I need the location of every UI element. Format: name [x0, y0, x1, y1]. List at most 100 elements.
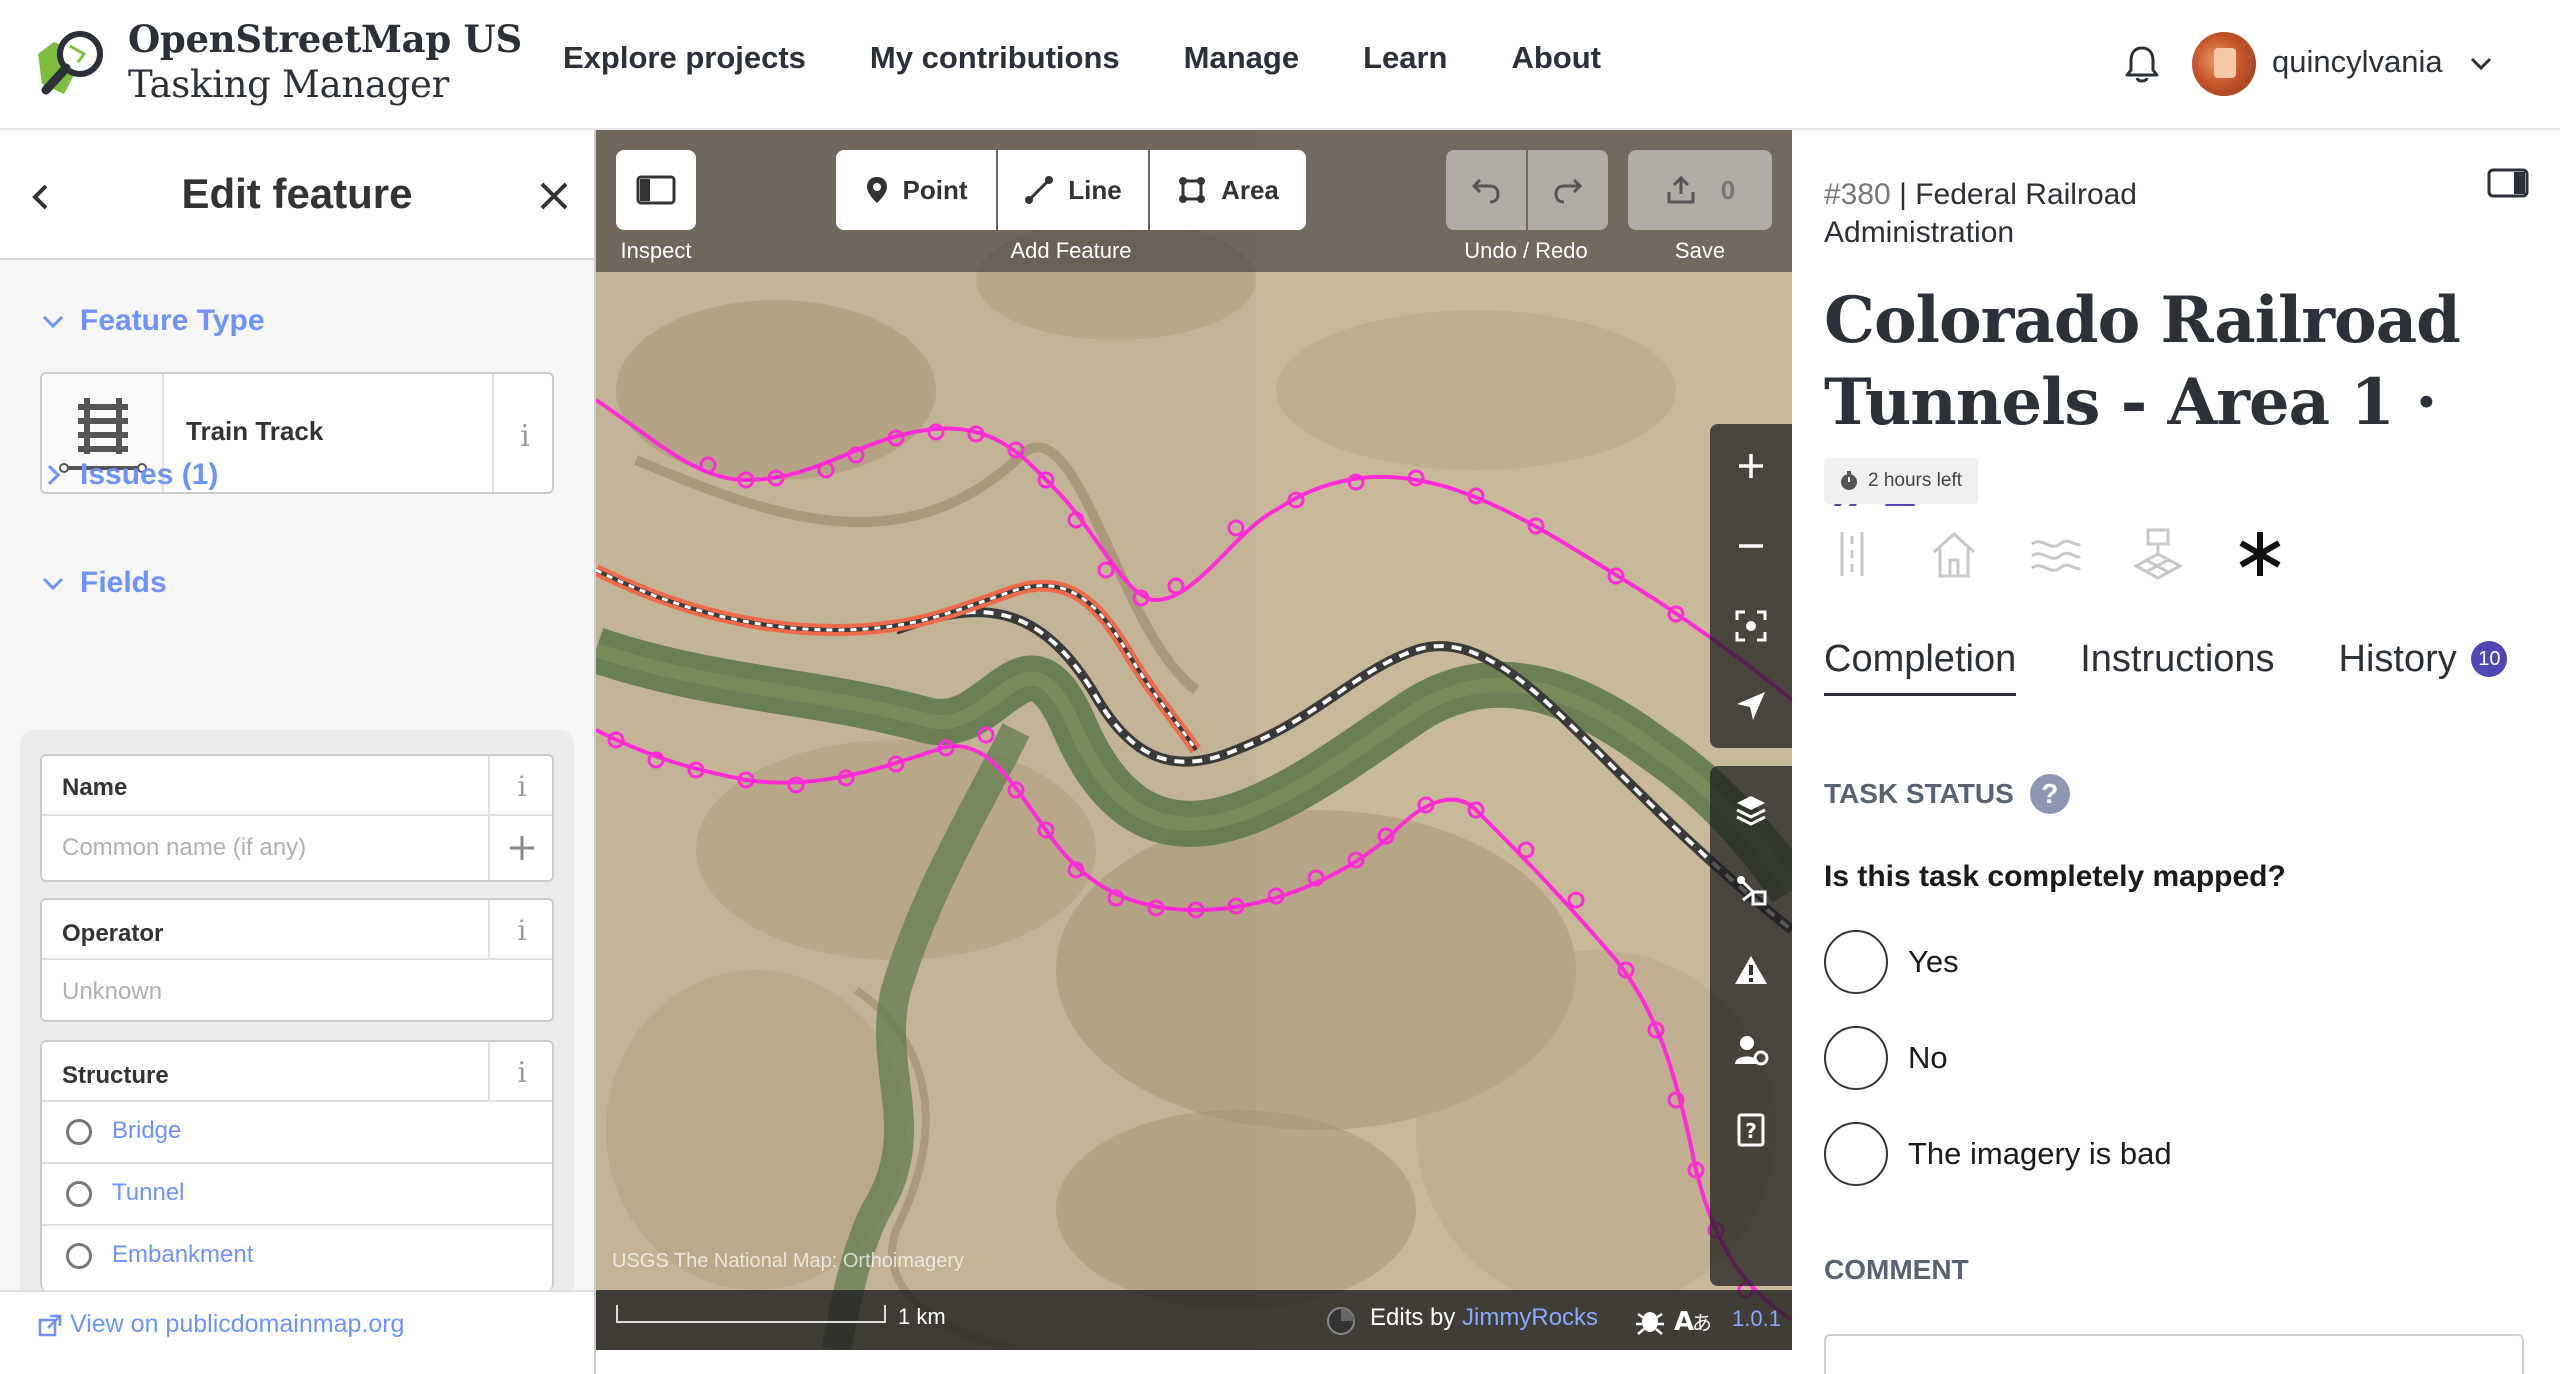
option-yes[interactable]: Yes — [1824, 930, 1959, 994]
info-icon[interactable]: i — [488, 1042, 552, 1100]
brand-title[interactable]: OpenStreetMap US Tasking Manager — [128, 16, 522, 108]
help-icon[interactable]: ? — [2029, 774, 2070, 814]
undo-button[interactable] — [1446, 150, 1526, 230]
task-tabs: Completion Instructions History 10 — [1824, 638, 2508, 696]
undo-redo-caption: Undo / Redo — [1464, 238, 1588, 263]
zoom-to-selection-button[interactable] — [1710, 586, 1792, 666]
tab-history[interactable]: History 10 — [2339, 638, 2508, 696]
info-icon[interactable]: i — [492, 374, 554, 492]
task-status-heading: TASK STATUS ? — [1824, 774, 2070, 814]
nav-my-contributions[interactable]: My contributions — [870, 38, 1120, 78]
stopwatch-icon — [1841, 471, 1857, 490]
feature-type-label: Train Track — [186, 416, 324, 446]
nav-manage[interactable]: Manage — [1184, 38, 1299, 78]
osm-logo-icon[interactable] — [34, 24, 114, 104]
feature-type-section-label: Feature Type — [80, 304, 265, 337]
structure-option-embankment[interactable]: Embankment — [42, 1224, 552, 1284]
scale-bar[interactable] — [616, 1305, 886, 1323]
save-caption: Save — [1674, 238, 1726, 263]
line-icon — [1025, 176, 1054, 204]
chevron-down-icon[interactable] — [2466, 48, 2496, 78]
add-area-button[interactable]: Area — [1150, 150, 1306, 230]
structure-field-label: Structure — [62, 1062, 169, 1089]
svg-text:i: i — [518, 1056, 527, 1089]
nav-learn[interactable]: Learn — [1363, 38, 1447, 78]
minus-icon — [1739, 544, 1763, 548]
map-imagery[interactable] — [596, 130, 1792, 1350]
waterways-icon — [2031, 539, 2082, 572]
nav-explore-projects[interactable]: Explore projects — [563, 38, 806, 78]
sidebar-toggle-icon[interactable] — [2486, 166, 2530, 200]
road-icon — [1840, 532, 1864, 576]
operator-input[interactable]: Unknown — [62, 978, 162, 1006]
inspect-button[interactable] — [616, 150, 696, 230]
info-icon[interactable]: i — [488, 900, 552, 958]
geolocate-button[interactable] — [1710, 666, 1792, 746]
svg-text:i: i — [520, 419, 530, 454]
operator-field: Operator i Unknown — [40, 898, 554, 1022]
issues-button[interactable] — [1710, 930, 1792, 1010]
time-left-badge: 2 hours left — [1824, 458, 1978, 504]
redo-button[interactable] — [1528, 150, 1608, 230]
structure-option-label: Embankment — [112, 1241, 254, 1268]
warning-icon — [1735, 956, 1767, 984]
map-nav-controls — [1710, 424, 1792, 748]
add-icon[interactable] — [488, 816, 552, 880]
save-button[interactable]: 0 — [1628, 150, 1772, 230]
scale-label: 1 km — [898, 1304, 946, 1329]
option-bad-imagery-label: The imagery is bad — [1908, 1136, 2172, 1171]
option-bad-imagery[interactable]: The imagery is bad — [1824, 1122, 2172, 1186]
pin-icon — [866, 177, 887, 203]
area-icon — [1179, 177, 1206, 203]
name-input[interactable]: Common name (if any) — [62, 834, 306, 862]
zoom-in-button[interactable] — [1710, 426, 1792, 506]
preferences-button[interactable] — [1710, 1010, 1792, 1090]
tab-instructions[interactable]: Instructions — [2080, 638, 2274, 696]
edits-by: Edits by JimmyRocks — [1370, 1304, 1598, 1332]
radio-icon — [66, 1243, 92, 1269]
add-line-button[interactable]: Line — [998, 150, 1148, 230]
project-number[interactable]: #380 — [1824, 178, 1891, 211]
issues-section-label: Issues (1) — [80, 458, 219, 491]
name-field-label: Name — [62, 774, 128, 801]
issues-section-toggle[interactable]: Issues (1) — [40, 458, 218, 492]
history-pie-icon[interactable] — [1326, 1306, 1356, 1336]
sidebar-title: Edit feature — [181, 170, 413, 217]
nav-about[interactable]: About — [1511, 38, 1601, 78]
land-use-icon — [2132, 528, 2184, 580]
info-icon[interactable]: i — [488, 756, 552, 814]
structure-option-tunnel[interactable]: Tunnel — [42, 1162, 552, 1222]
bug-and-translate-icons[interactable]: A あ — [1634, 1302, 1714, 1338]
layers-icon — [1736, 796, 1766, 826]
background-layers-button[interactable] — [1710, 770, 1792, 850]
task-status-label: TASK STATUS — [1824, 778, 2014, 809]
line-label: Line — [1068, 174, 1122, 205]
tab-completion-label: Completion — [1824, 638, 2017, 680]
map-data-button[interactable] — [1710, 850, 1792, 930]
option-no[interactable]: No — [1824, 1026, 1948, 1090]
svg-text:?: ? — [1745, 1119, 1757, 1143]
option-no-label: No — [1908, 1040, 1948, 1075]
version-link[interactable]: 1.0.1 — [1732, 1306, 1781, 1332]
comment-textarea[interactable] — [1824, 1334, 2524, 1374]
close-icon[interactable] — [536, 178, 572, 214]
avatar[interactable] — [2192, 32, 2256, 96]
sidebar-header: Edit feature — [0, 130, 594, 260]
username[interactable]: quincylvania — [2272, 44, 2443, 80]
structure-option-bridge[interactable]: Bridge — [42, 1100, 552, 1160]
radio-icon — [1824, 1026, 1888, 1090]
edits-by-user[interactable]: JimmyRocks — [1462, 1304, 1598, 1331]
feature-type-section-toggle[interactable]: Feature Type — [40, 304, 265, 338]
point-label: Point — [902, 174, 968, 205]
tab-completion[interactable]: Completion — [1824, 638, 2017, 696]
bell-icon[interactable] — [2120, 42, 2164, 86]
help-button[interactable]: ? — [1710, 1090, 1792, 1170]
view-on-publicdomainmap-link[interactable]: View on publicdomainmap.org — [70, 1310, 404, 1339]
map-canvas[interactable]: Inspect Point Line Area Add Feature Undo… — [596, 130, 1792, 1350]
fields-section-label: Fields — [80, 566, 167, 599]
zoom-out-button[interactable] — [1710, 506, 1792, 586]
undo-icon — [1471, 178, 1500, 204]
fields-section-toggle[interactable]: Fields — [40, 566, 167, 600]
imagery-attribution[interactable]: USGS The National Map: Orthoimagery — [612, 1250, 964, 1273]
add-point-button[interactable]: Point — [836, 150, 996, 230]
